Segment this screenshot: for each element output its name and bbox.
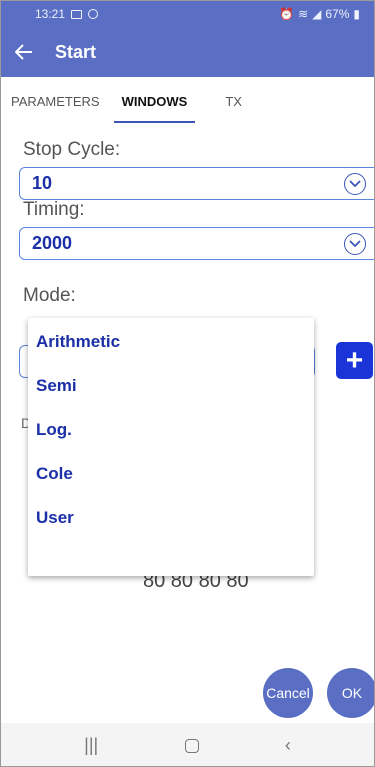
- home-icon[interactable]: [184, 738, 199, 753]
- chevron-down-icon: [344, 233, 366, 255]
- app-bar: Start: [1, 27, 374, 77]
- mode-dropdown-menu: Arithmetic Semi Log. Cole User: [28, 318, 314, 576]
- stop-cycle-select[interactable]: 10: [19, 167, 374, 200]
- mode-option-user[interactable]: User: [28, 496, 314, 540]
- image-notification-icon: [71, 9, 83, 19]
- timing-label: Timing:: [23, 199, 85, 220]
- mode-label: Mode:: [23, 285, 76, 306]
- sync-notification-icon: [88, 9, 99, 19]
- mode-option-arithmetic[interactable]: Arithmetic: [28, 320, 314, 364]
- app-screen: 13:21 ⏰ ≋ ◢ 67% ▮ Start PARAMETERS WINDO…: [0, 0, 375, 767]
- recent-apps-icon[interactable]: |||: [84, 735, 98, 756]
- timing-value: 2000: [32, 233, 73, 253]
- stop-cycle-label: Stop Cycle:: [23, 139, 121, 160]
- battery-icon: ▮: [353, 7, 360, 21]
- ok-button[interactable]: OK: [327, 668, 374, 718]
- stop-cycle-value: 10: [32, 173, 53, 193]
- signal-icon: ◢: [312, 7, 322, 21]
- tab-bar: PARAMETERS WINDOWS TX: [1, 77, 374, 125]
- status-time: 13:21: [35, 7, 66, 21]
- tab-parameters[interactable]: PARAMETERS: [11, 77, 100, 125]
- page-title: Start: [55, 41, 97, 62]
- battery-percent: 67%: [325, 7, 350, 21]
- alarm-icon: ⏰: [279, 7, 295, 21]
- back-arrow-icon[interactable]: [1, 27, 47, 77]
- add-button[interactable]: +: [336, 342, 373, 379]
- mode-option-log[interactable]: Log.: [28, 408, 314, 452]
- tab-tx[interactable]: TX: [225, 77, 242, 125]
- tab-windows[interactable]: WINDOWS: [113, 77, 196, 125]
- status-right: ⏰ ≋ ◢ 67% ▮: [279, 7, 360, 21]
- cancel-button[interactable]: Cancel: [263, 668, 313, 718]
- status-bar: 13:21 ⏰ ≋ ◢ 67% ▮: [1, 1, 374, 27]
- timing-select[interactable]: 2000: [19, 227, 374, 260]
- back-nav-icon[interactable]: ‹: [285, 735, 291, 756]
- mode-option-semi[interactable]: Semi: [28, 364, 314, 408]
- mode-option-cole[interactable]: Cole: [28, 452, 314, 496]
- system-nav-bar: ||| ‹: [1, 723, 374, 766]
- chevron-down-icon: [344, 173, 366, 195]
- wifi-icon: ≋: [298, 7, 309, 21]
